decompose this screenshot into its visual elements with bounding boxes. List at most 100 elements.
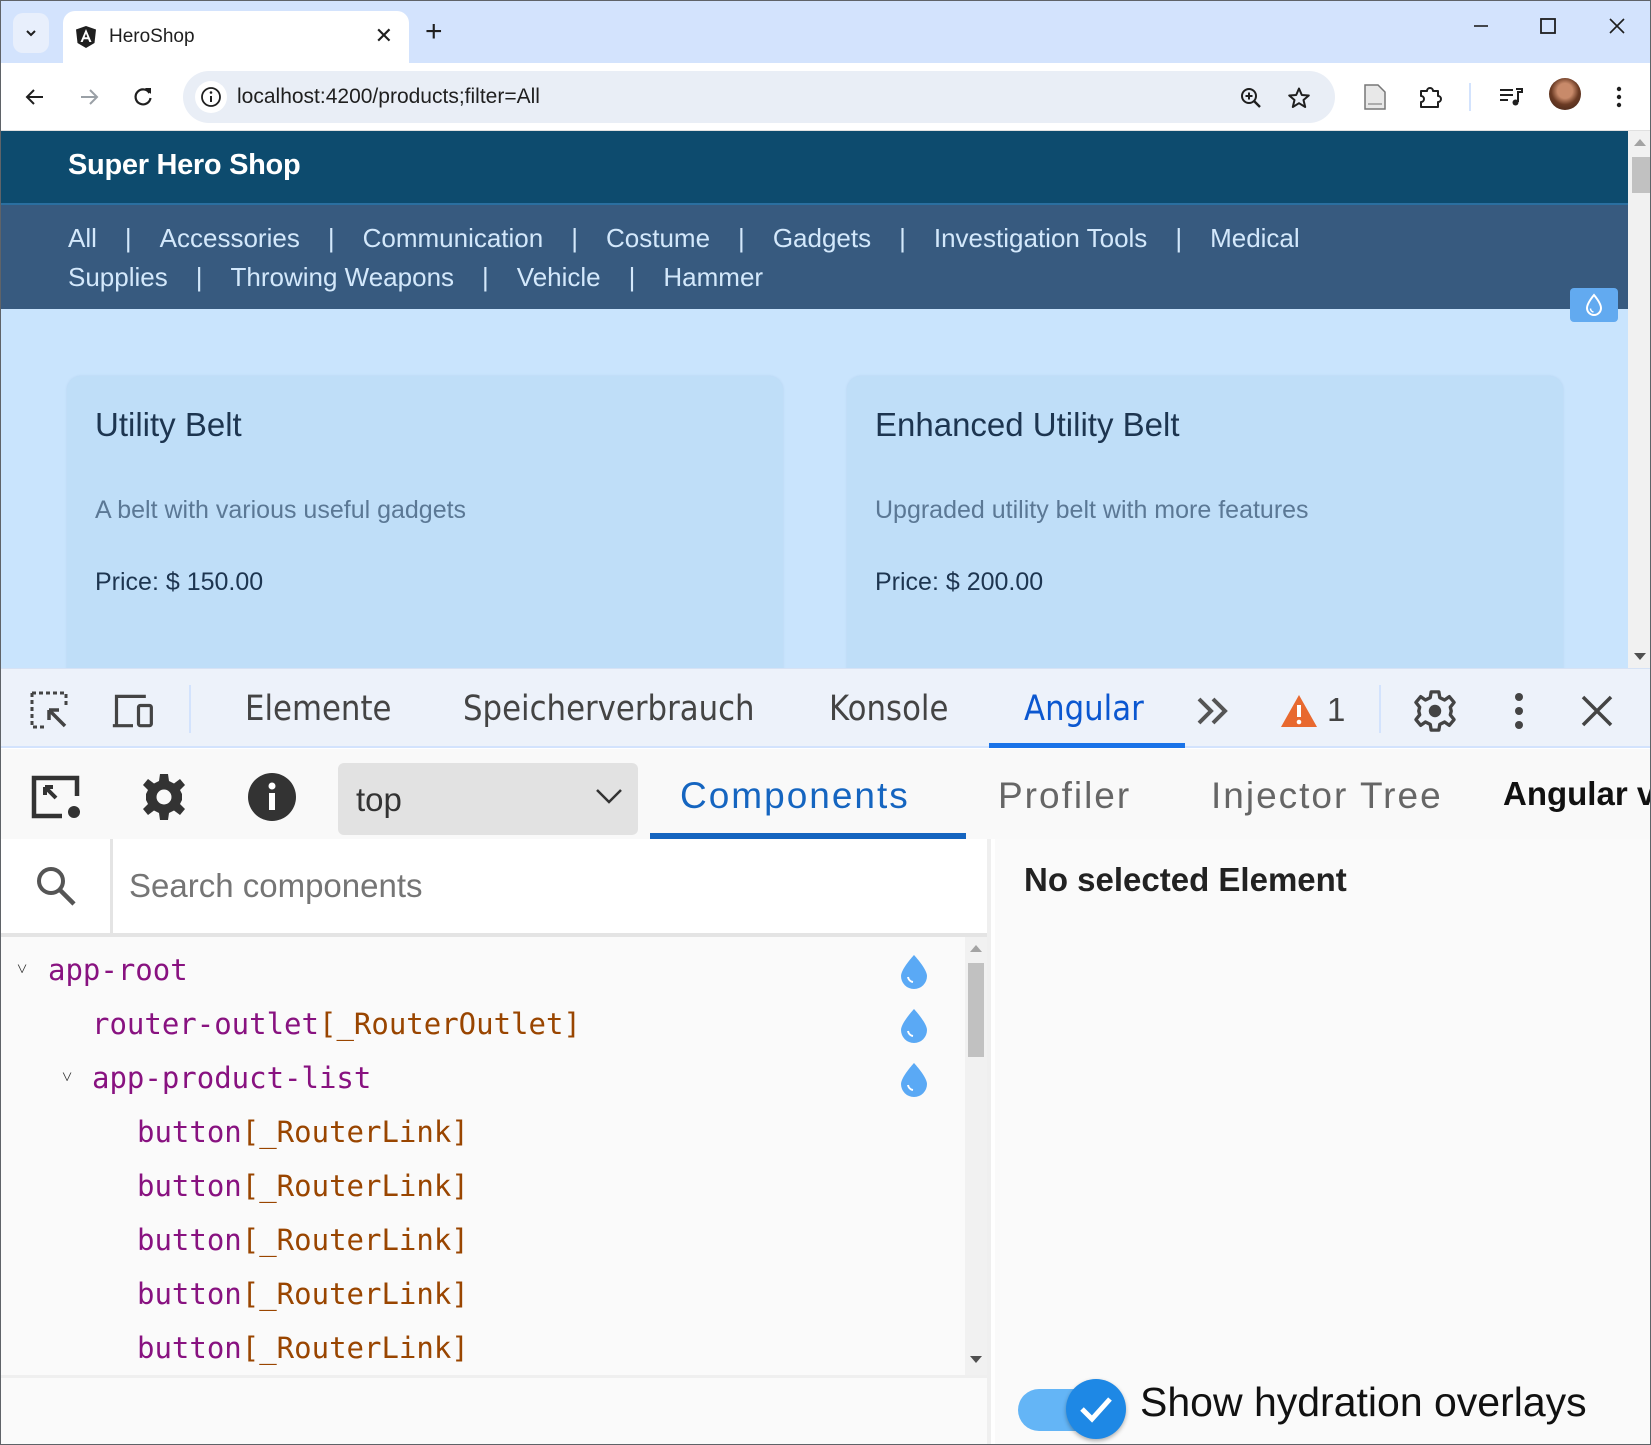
scroll-thumb[interactable] — [1632, 157, 1650, 193]
tree-node[interactable]: router-outlet[_RouterOutlet] — [1, 997, 941, 1051]
extensions-button[interactable] — [1413, 79, 1449, 115]
tree-node[interactable]: ˅ app-product-list — [1, 1051, 941, 1105]
page-scrollbar[interactable] — [1628, 131, 1650, 668]
tree-node[interactable]: button[_RouterLink] — [1, 1321, 941, 1373]
device-mode-icon — [112, 694, 153, 728]
toggle-knob[interactable] — [1066, 1379, 1126, 1439]
nav-link-costume[interactable]: Costume — [606, 223, 710, 253]
nav-separator: | — [482, 262, 489, 292]
scroll-down-arrow[interactable] — [1634, 653, 1646, 660]
nav-link-all[interactable]: All — [68, 223, 97, 253]
angular-settings-button[interactable] — [136, 769, 192, 825]
info-icon — [201, 87, 221, 107]
devtools-menu-button[interactable] — [1497, 689, 1541, 733]
chevron-down-icon — [26, 30, 36, 37]
reload-button[interactable] — [125, 79, 161, 115]
bookmark-button[interactable] — [1284, 83, 1314, 113]
browser-toolbar: localhost:4200/products;filter=All — [1, 63, 1650, 131]
close-tab-icon[interactable]: ✕ — [375, 23, 393, 49]
tree-node[interactable]: button[_RouterLink] — [1, 1105, 941, 1159]
nav-link-hammer[interactable]: Hammer — [663, 262, 763, 292]
category-links: All | Accessories | Communication | Costume | Ga… — [68, 219, 1398, 297]
expand-toggle[interactable]: ˅ — [62, 1051, 72, 1105]
component-explorer: ˅ app-root router-outlet[_RouterOutlet] … — [1, 839, 991, 1444]
hydration-overlay-button[interactable] — [1570, 288, 1618, 322]
component-details: No selected Element Show hydration overl… — [995, 839, 1650, 1444]
devtools-settings-button[interactable] — [1413, 689, 1457, 733]
frame-select[interactable]: top — [338, 763, 638, 835]
scroll-up-arrow[interactable] — [1634, 139, 1646, 146]
devtools-tab-console[interactable]: Konsole — [829, 689, 948, 729]
arrow-left-icon — [25, 89, 43, 105]
browser-tab[interactable]: HeroShop ✕ — [63, 11, 409, 63]
tree-node[interactable]: button[_RouterLink] — [1, 1267, 941, 1321]
back-button[interactable] — [17, 79, 53, 115]
star-icon — [1288, 87, 1310, 108]
nav-link-throwing-weapons[interactable]: Throwing Weapons — [231, 262, 455, 292]
close-window-button[interactable] — [1597, 15, 1637, 41]
node-directive: [_RouterLink] — [241, 1277, 469, 1311]
web-page: Super Hero Shop All | Accessories | Communic… — [1, 131, 1628, 668]
devtools-tab-elements[interactable]: Elemente — [245, 689, 391, 729]
url-text[interactable]: localhost:4200/products;filter=All — [237, 85, 540, 109]
devtools-divider — [189, 685, 191, 733]
more-tabs-button[interactable] — [1191, 689, 1235, 733]
reading-mode-button[interactable] — [1357, 79, 1393, 115]
angular-devtools-toolbar: top Components Profiler Injector Tree An… — [1, 749, 1650, 839]
search-icon-box — [1, 839, 113, 933]
gear-icon — [1414, 690, 1456, 732]
tree-node[interactable]: ˅ app-root — [1, 943, 941, 997]
browser-menu-button[interactable] — [1601, 79, 1637, 115]
minimize-button[interactable] — [1461, 15, 1501, 41]
issues-button[interactable] — [1277, 689, 1321, 733]
angular-version-label: Angular v — [1503, 775, 1651, 812]
nav-separator: | — [1175, 223, 1183, 253]
scroll-up-arrow[interactable] — [970, 945, 982, 952]
inspect-icon — [31, 775, 80, 819]
tab-injector-tree[interactable]: Injector Tree — [1211, 775, 1443, 817]
nav-link-investigation-tools[interactable]: Investigation Tools — [934, 223, 1147, 253]
zoom-in-icon — [1241, 88, 1261, 108]
tree-node[interactable]: button[_RouterLink] — [1, 1213, 941, 1267]
site-info-button[interactable] — [195, 81, 227, 113]
search-components-input[interactable] — [129, 861, 969, 911]
product-card[interactable]: Utility Belt A belt with various useful … — [67, 376, 783, 668]
profile-avatar[interactable] — [1549, 78, 1581, 110]
zoom-button[interactable] — [1236, 83, 1266, 113]
inspect-component-button[interactable] — [28, 769, 84, 825]
media-controls-button[interactable] — [1493, 79, 1529, 115]
tab-search-button[interactable] — [13, 13, 49, 53]
forward-button[interactable] — [71, 79, 107, 115]
nav-link-communication[interactable]: Communication — [363, 223, 544, 253]
devtools-tab-memory[interactable]: Speicherverbrauch — [463, 689, 755, 729]
new-tab-button[interactable]: + — [425, 15, 443, 49]
frame-select-value: top — [356, 781, 402, 818]
maximize-button[interactable] — [1528, 15, 1568, 41]
device-toolbar-button[interactable] — [111, 689, 155, 733]
hydration-drop-icon — [901, 1063, 927, 1097]
nav-link-accessories[interactable]: Accessories — [160, 223, 300, 253]
minimize-icon — [1474, 25, 1488, 27]
scroll-thumb[interactable] — [968, 963, 984, 1057]
product-card[interactable]: Enhanced Utility Belt Upgraded utility b… — [847, 376, 1563, 668]
inspect-element-button[interactable] — [28, 689, 72, 733]
warning-count: 1 — [1327, 691, 1346, 728]
checkmark-icon — [1080, 1397, 1112, 1423]
tree-node[interactable]: button[_RouterLink] — [1, 1159, 941, 1213]
nav-link-gadgets[interactable]: Gadgets — [773, 223, 871, 253]
nav-link-vehicle[interactable]: Vehicle — [517, 262, 601, 292]
no-selection-message: No selected Element — [1024, 861, 1347, 898]
tab-profiler[interactable]: Profiler — [998, 775, 1131, 817]
expand-toggle[interactable]: ˅ — [17, 943, 27, 997]
devtools-close-button[interactable] — [1575, 689, 1619, 733]
close-icon — [1609, 18, 1625, 34]
hydration-overlay-toggle[interactable]: Show hydration overlays — [1018, 1369, 1638, 1439]
devtools-tab-angular[interactable]: Angular — [1024, 689, 1144, 729]
nav-separator: | — [628, 262, 636, 292]
scroll-down-arrow[interactable] — [970, 1356, 982, 1363]
info-button[interactable] — [244, 769, 300, 825]
tree-scrollbar[interactable] — [965, 937, 987, 1375]
tab-components[interactable]: Components — [680, 775, 910, 817]
node-element-name: app-root — [48, 953, 188, 987]
address-bar[interactable]: localhost:4200/products;filter=All — [183, 71, 1335, 123]
